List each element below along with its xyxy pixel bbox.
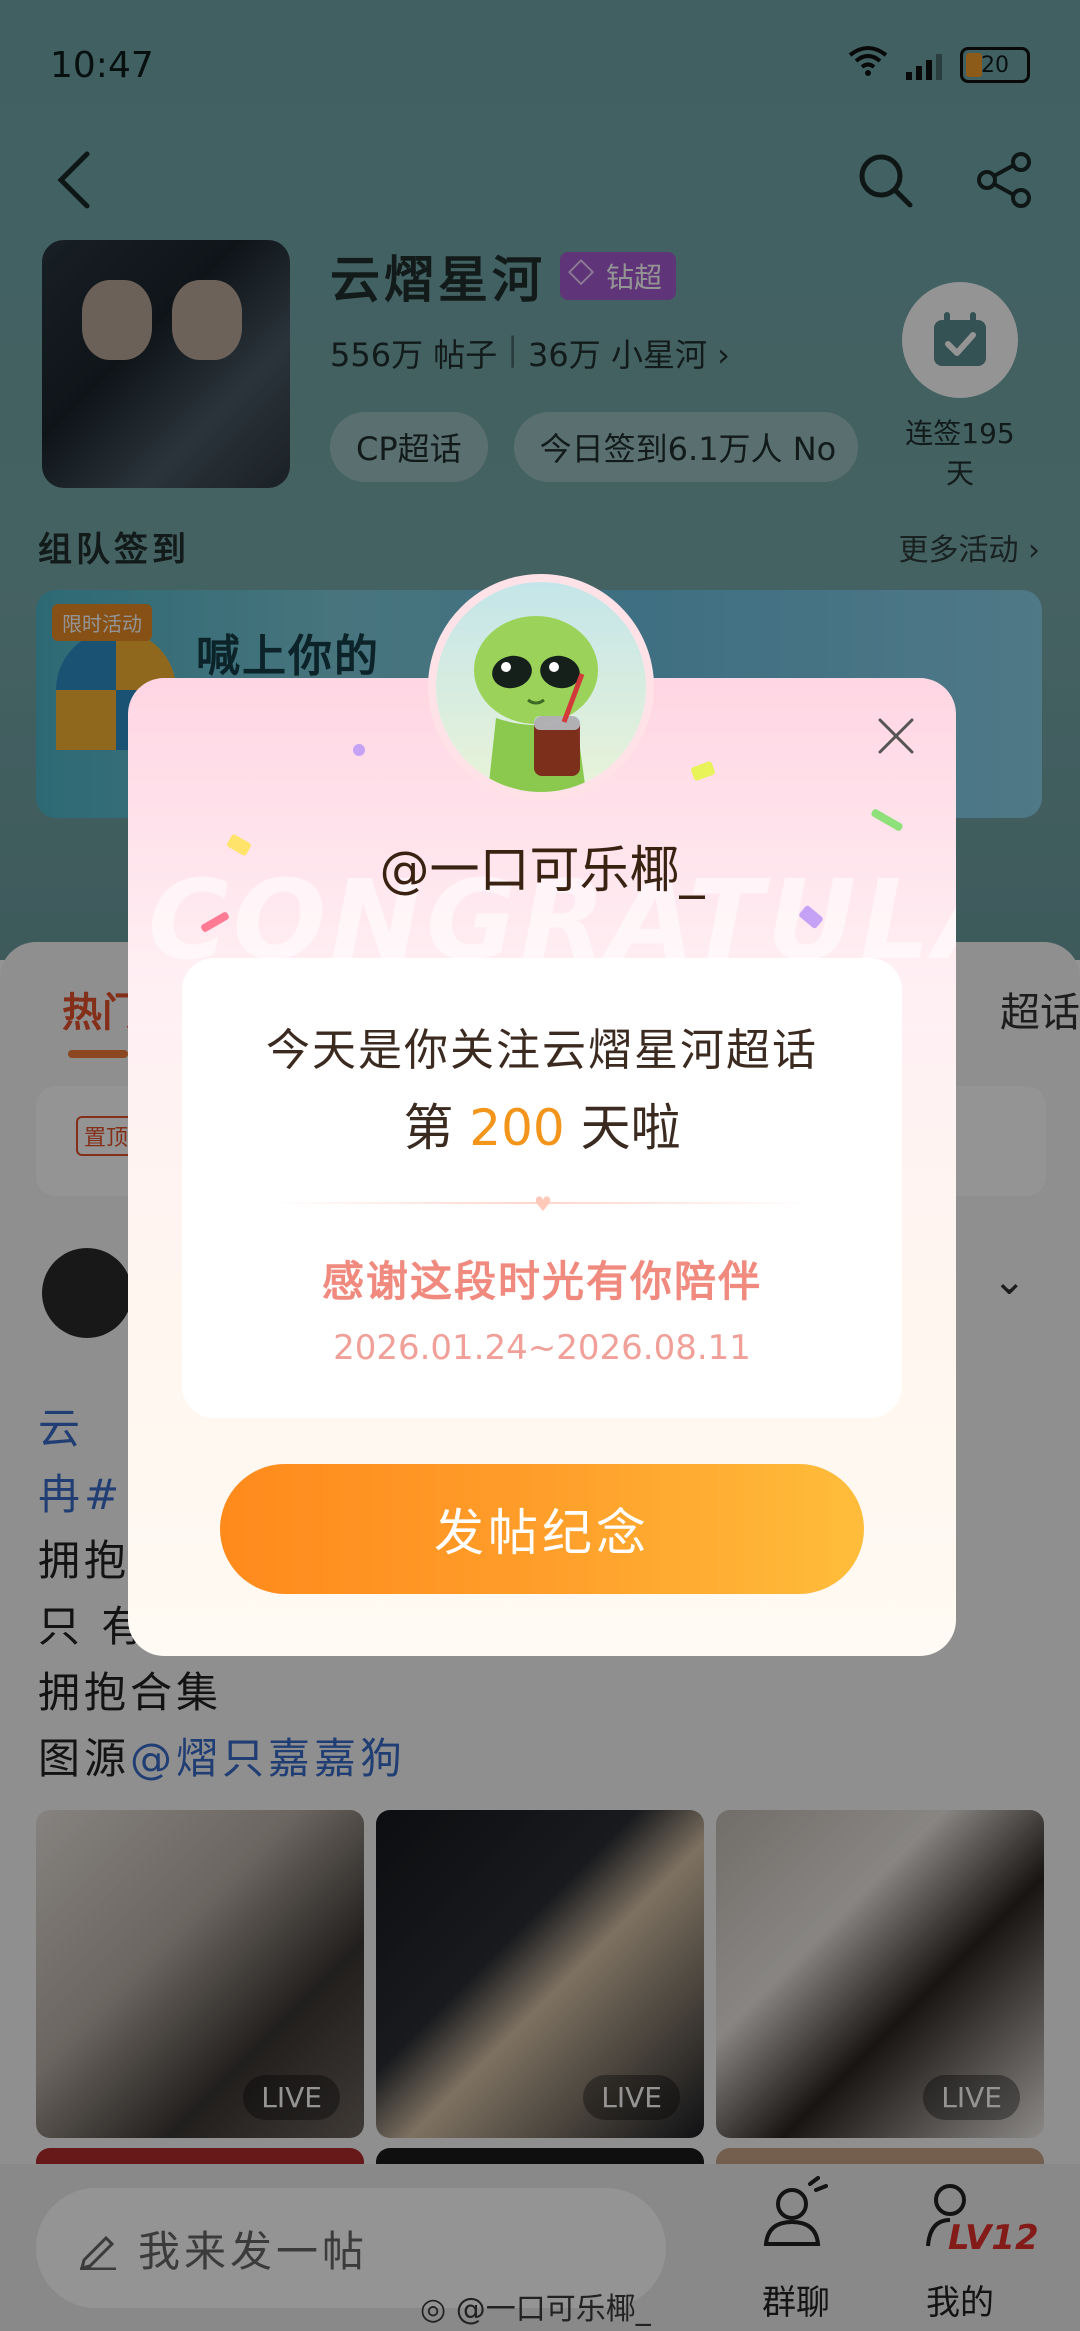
confetti: [690, 760, 716, 782]
alien-avatar-icon: [474, 616, 598, 792]
watermark: ◎ @一口可乐椰_: [420, 2284, 651, 2328]
confetti: [353, 744, 365, 756]
anniversary-modal: CONGRATULATE @一口可乐椰_ 今天是你关注云熠星河超话 第 200 …: [128, 678, 956, 1656]
day-suffix: 天啦: [580, 1099, 681, 1157]
close-button[interactable]: [866, 706, 926, 766]
weibo-icon: ◎: [420, 2292, 447, 2327]
watermark-text: @一口可乐椰_: [455, 2292, 651, 2327]
user-avatar: [428, 574, 654, 800]
thanks-message: 感谢这段时光有你陪伴: [321, 1257, 762, 1306]
follow-message: 今天是你关注云熠星河超话: [266, 1025, 818, 1076]
anniversary-card: 今天是你关注云熠星河超话 第 200 天啦 ♥ 感谢这段时光有你陪伴 2026.…: [182, 958, 902, 1418]
date-range: 2026.01.24~2026.08.11: [333, 1328, 751, 1368]
day-prefix: 第: [403, 1099, 454, 1157]
post-commemorate-button[interactable]: 发帖纪念: [220, 1464, 864, 1594]
heart-icon: ♥: [534, 1192, 552, 1216]
day-count: 200: [469, 1099, 565, 1157]
day-count-message: 第 200 天啦: [182, 1088, 902, 1160]
confetti: [870, 808, 904, 832]
close-icon: [878, 718, 914, 754]
username: @一口可乐椰_: [379, 841, 705, 899]
